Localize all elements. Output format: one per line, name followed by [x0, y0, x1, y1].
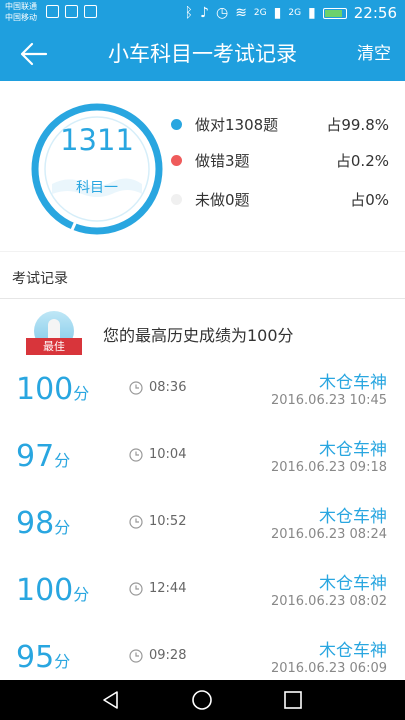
legend-dot-blue: [171, 119, 182, 130]
score-value: 98: [16, 506, 55, 541]
record-user: 木仓车神: [319, 507, 387, 527]
score-value: 97: [16, 439, 55, 474]
score-value: 95: [16, 640, 55, 675]
clock-icon: [129, 649, 143, 663]
record-row[interactable]: 100分 08:36 木仓车神 2016.06.23 10:45: [0, 362, 405, 429]
records-section-title: 考试记录: [12, 271, 68, 287]
record-score: 95分: [16, 640, 70, 675]
record-duration: 09:28: [149, 648, 187, 663]
battery-icon: [322, 7, 347, 19]
legend-dot-gray: [171, 194, 182, 205]
legend-percent: 占0%: [350, 191, 389, 209]
clock-icon: [129, 381, 143, 395]
legend-percent: 占99.8%: [326, 116, 389, 134]
score-unit: 分: [54, 652, 71, 671]
best-score-row: 最佳 您的最高历史成绩为100分: [0, 300, 405, 363]
network-type-1: 2G: [253, 8, 267, 18]
record-row[interactable]: 98分 10:52 木仓车神 2016.06.23 08:24: [0, 496, 405, 563]
record-score: 98分: [16, 506, 70, 541]
signal-icon: ▮: [273, 5, 282, 21]
legend-undone: 未做0题 占0%: [171, 188, 391, 210]
record-date: 2016.06.23 08:02: [270, 594, 387, 609]
record-user: 木仓车神: [319, 373, 387, 393]
system-icons: ᛒ ♪ ◷ ≋ 2G ▮ 2G ▮ 22:56: [185, 4, 397, 22]
record-score: 97分: [16, 439, 70, 474]
legend-text: 做对1308题: [195, 116, 279, 134]
best-badge: 最佳: [26, 338, 82, 355]
divider: [0, 251, 405, 252]
record-row[interactable]: 100分 12:44 木仓车神 2016.06.23 08:02: [0, 563, 405, 630]
clock-icon: [129, 448, 143, 462]
bluetooth-icon: ᛒ: [184, 5, 194, 21]
record-user: 木仓车神: [319, 574, 387, 594]
legend-correct: 做对1308题 占99.8%: [171, 113, 391, 135]
best-score-text: 您的最高历史成绩为100分: [103, 326, 294, 345]
score-unit: 分: [54, 451, 71, 470]
carrier-info: 中国联通 中国移动: [5, 1, 37, 23]
divider: [0, 298, 405, 299]
nav-recents-icon[interactable]: [283, 690, 303, 710]
network-type-2: 2G: [288, 8, 302, 18]
subject-label: 科目一: [76, 180, 118, 196]
score-unit: 分: [73, 384, 90, 403]
record-duration: 12:44: [149, 581, 187, 596]
record-duration: 08:36: [149, 380, 187, 395]
record-user: 木仓车神: [319, 440, 387, 460]
app-notification-icon: [84, 5, 97, 18]
record-user: 木仓车神: [319, 641, 387, 661]
wechat-icon: [46, 5, 59, 18]
score-value: 100: [16, 573, 74, 608]
record-duration: 10:04: [149, 447, 187, 462]
record-score: 100分: [16, 573, 89, 608]
stats-summary: 1311 科目一 做对1308题 占99.8% 做错3题 占0.2% 未做0题 …: [0, 81, 405, 251]
signal-icon-2: ▮: [308, 5, 316, 21]
total-count: 1311: [60, 123, 134, 157]
clock-icon: [129, 515, 143, 529]
mute-icon: ♪: [200, 5, 209, 21]
image-icon: [65, 5, 78, 18]
clock-time: 22:56: [353, 4, 397, 22]
carrier-2: 中国移动: [5, 13, 37, 22]
clock-icon: [129, 582, 143, 596]
record-date: 2016.06.23 06:09: [270, 661, 387, 676]
record-date: 2016.06.23 09:18: [270, 460, 387, 475]
nav-home-icon[interactable]: [191, 689, 213, 711]
system-nav-bar: [0, 680, 405, 720]
clear-button[interactable]: 清空: [357, 27, 391, 81]
alarm-icon: ◷: [215, 5, 229, 21]
nav-back-icon[interactable]: [100, 689, 122, 711]
record-date: 2016.06.23 08:24: [270, 527, 387, 542]
legend-text: 做错3题: [195, 152, 250, 170]
record-date: 2016.06.23 10:45: [270, 393, 387, 408]
notification-icons: [46, 5, 97, 18]
score-value: 100: [16, 372, 74, 407]
legend-percent: 占0.2%: [335, 152, 389, 170]
record-duration: 10:52: [149, 514, 187, 529]
score-unit: 分: [54, 518, 71, 537]
record-row[interactable]: 97分 10:04 木仓车神 2016.06.23 09:18: [0, 429, 405, 496]
legend-dot-red: [171, 155, 182, 166]
wifi-icon: ≋: [235, 5, 247, 21]
score-unit: 分: [73, 585, 90, 604]
page-title: 小车科目一考试记录: [108, 42, 297, 66]
carrier-1: 中国联通: [5, 2, 37, 11]
legend-text: 未做0题: [195, 191, 250, 209]
status-bar: 中国联通 中国移动 ᛒ ♪ ◷ ≋ 2G ▮ 2G ▮ 22:56: [0, 0, 405, 27]
legend-wrong: 做错3题 占0.2%: [171, 149, 391, 171]
app-bar: 小车科目一考试记录 清空: [0, 27, 405, 81]
record-score: 100分: [16, 372, 89, 407]
